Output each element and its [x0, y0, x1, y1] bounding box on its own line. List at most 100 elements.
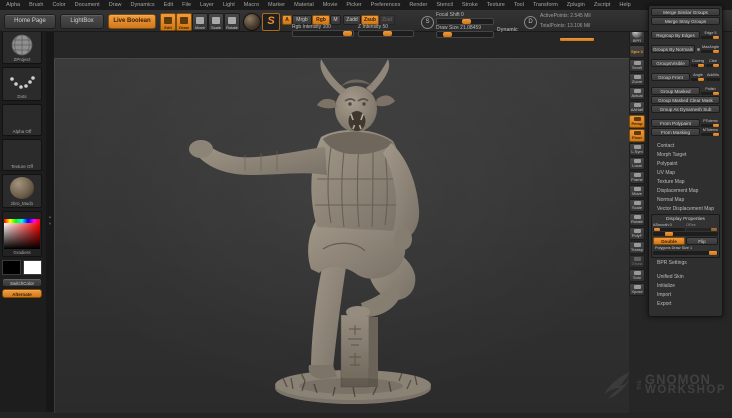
switch-color-button[interactable]: SwitchColor — [2, 278, 42, 287]
menu-document[interactable]: Document — [75, 2, 100, 8]
from-polypaint-button[interactable]: From Polypaint — [651, 119, 700, 127]
groups-by-normals-radio[interactable] — [697, 47, 700, 51]
home-page-button[interactable]: Home Page — [4, 14, 56, 29]
edit-mode-button[interactable]: Edit — [160, 13, 176, 31]
live-boolean-button[interactable]: Live Boolean — [108, 14, 156, 29]
menu-tool[interactable]: Tool — [514, 2, 524, 8]
floor-grid-toggle[interactable]: Floor — [629, 129, 645, 142]
local-pivot-toggle[interactable]: Local — [629, 157, 645, 170]
frame-button[interactable]: Frame — [629, 171, 645, 184]
main-color-swatch[interactable] — [2, 260, 21, 275]
transparency-toggle[interactable]: Transp — [629, 241, 645, 254]
groups-visible-button[interactable]: GroupsVisible — [651, 59, 690, 67]
menu-edit[interactable]: Edit — [164, 2, 173, 8]
cluster-slider[interactable]: Clstr — [706, 59, 720, 67]
menu-movie[interactable]: Movie — [323, 2, 338, 8]
coverage-slider[interactable]: Coverg — [691, 59, 705, 67]
menu-alpha[interactable]: Alpha — [6, 2, 20, 8]
saturation-value-square[interactable] — [4, 223, 40, 249]
local-symmetry-toggle[interactable]: L.Sym — [629, 143, 645, 156]
section-initialize[interactable]: Initialize — [651, 282, 720, 291]
addvis-slider[interactable]: AddVis — [706, 73, 720, 81]
rgb-intensity-slider[interactable]: Rgb Intensity 100 — [292, 24, 354, 37]
merge-similar-groups-button[interactable]: Merge Similar Groups — [651, 8, 720, 16]
menu-stroke[interactable]: Stroke — [462, 2, 478, 8]
texture-selector[interactable]: Texture Off — [2, 139, 42, 171]
angle-slider[interactable]: Angle — [691, 73, 705, 81]
max-angle-slider[interactable]: MaxAngle — [701, 45, 720, 53]
perspective-toggle[interactable]: Persp — [629, 115, 645, 128]
stroke-circle-button[interactable]: S — [421, 16, 434, 29]
tray-divider-handle[interactable] — [560, 38, 594, 41]
lightbox-button[interactable]: LightBox — [60, 14, 104, 29]
menu-brush[interactable]: Brush — [29, 2, 43, 8]
z-intensity-slider[interactable]: Z Intensity 50 — [358, 24, 414, 37]
section-unified-skin[interactable]: Unified Skin — [651, 273, 720, 282]
anchor-a-badge[interactable]: A — [282, 15, 292, 25]
menu-texture[interactable]: Texture — [487, 2, 505, 8]
section-contact[interactable]: Contact — [651, 142, 720, 151]
solo-toggle[interactable]: Solo — [629, 269, 645, 282]
alternate-color-button[interactable]: Alternate — [2, 289, 42, 298]
color-picker[interactable]: Gradient — [2, 211, 42, 257]
secondary-color-swatch[interactable] — [23, 260, 42, 275]
group-front-button[interactable]: Group Front — [651, 73, 690, 81]
menu-file[interactable]: File — [182, 2, 191, 8]
menu-macro[interactable]: Macro — [244, 2, 259, 8]
from-masking-button[interactable]: From Masking — [651, 128, 700, 136]
asmooth-slider[interactable]: ASmooth 0 — [653, 223, 685, 231]
left-tray-divider[interactable]: ▲ ▼ — [46, 28, 54, 412]
polyframe-toggle[interactable]: PolyF — [629, 227, 645, 240]
display-properties-slider[interactable] — [653, 232, 718, 236]
menu-help[interactable]: Help — [619, 2, 630, 8]
move-mode-button[interactable]: Move — [192, 13, 208, 31]
ptolernc-slider[interactable]: PTolernc — [701, 119, 720, 127]
menu-dynamics[interactable]: Dynamics — [131, 2, 155, 8]
ghost-toggle[interactable]: Ghost — [629, 255, 645, 268]
merge-stray-groups-button[interactable]: Merge Stray Groups — [651, 17, 720, 25]
rotate-3d-button[interactable]: Rotate — [629, 213, 645, 226]
edge-loops-slider[interactable]: Edge 5 — [701, 31, 720, 39]
menu-zscript[interactable]: Zscript — [594, 2, 611, 8]
current-brush-thumbnail[interactable]: S — [262, 13, 280, 31]
rotate-mode-button[interactable]: Rotate — [224, 13, 240, 31]
document-area[interactable] — [54, 58, 629, 413]
depth-circle-button[interactable]: D — [524, 16, 537, 29]
xpose-button[interactable]: Xpose — [629, 283, 645, 296]
menu-transform[interactable]: Transform — [533, 2, 558, 8]
polygons-draw-size-slider[interactable] — [653, 251, 718, 255]
double-toggle[interactable]: Double — [653, 237, 685, 245]
section-vector-displacement-map[interactable]: Vector Displacement Map — [651, 205, 720, 214]
alpha-selector[interactable]: Alpha Off — [2, 104, 42, 136]
section-display-properties[interactable]: Display Properties — [653, 216, 718, 223]
section-displacement-map[interactable]: Displacement Map — [651, 187, 720, 196]
menu-preferences[interactable]: Preferences — [371, 2, 401, 8]
focal-shift-slider[interactable]: Focal Shift 0 — [436, 12, 494, 25]
material-selector[interactable]: zbro_Mud1 — [2, 174, 42, 208]
menu-zplugin[interactable]: Zplugin — [567, 2, 585, 8]
scroll-button[interactable]: Scroll — [629, 59, 645, 72]
section-polypaint[interactable]: Polypaint — [651, 160, 720, 169]
flip-toggle[interactable]: Flip — [686, 237, 718, 245]
section-bpr-settings[interactable]: BPR Settings — [651, 259, 720, 268]
mtolernc-slider[interactable]: MTolernc — [701, 128, 720, 136]
section-texture-map[interactable]: Texture Map — [651, 178, 720, 187]
brush-selector[interactable]: ZProject — [2, 30, 42, 64]
current-material-thumbnail[interactable] — [243, 13, 261, 31]
menu-light[interactable]: Light — [223, 2, 235, 8]
section-morph-target[interactable]: Morph Target — [651, 151, 720, 160]
group-masked-clear-mask-button[interactable]: Group Masked Clear Mask — [651, 96, 720, 104]
draw-mode-button[interactable]: Draw — [176, 13, 192, 31]
scale-3d-button[interactable]: Scale — [629, 199, 645, 212]
menu-stencil[interactable]: Stencil — [436, 2, 453, 8]
aahalf-button[interactable]: AAHalf — [629, 101, 645, 114]
menu-layer[interactable]: Layer — [200, 2, 214, 8]
menu-draw[interactable]: Draw — [109, 2, 122, 8]
menu-render[interactable]: Render — [409, 2, 427, 8]
menu-material[interactable]: Material — [294, 2, 314, 8]
regroup-by-edges-button[interactable]: Regroup By Edges — [651, 31, 700, 39]
menu-marker[interactable]: Marker — [268, 2, 285, 8]
actual-size-button[interactable]: Actual — [629, 87, 645, 100]
section-export[interactable]: Export — [651, 300, 720, 309]
group-masked-button[interactable]: Group Masked — [651, 87, 700, 95]
